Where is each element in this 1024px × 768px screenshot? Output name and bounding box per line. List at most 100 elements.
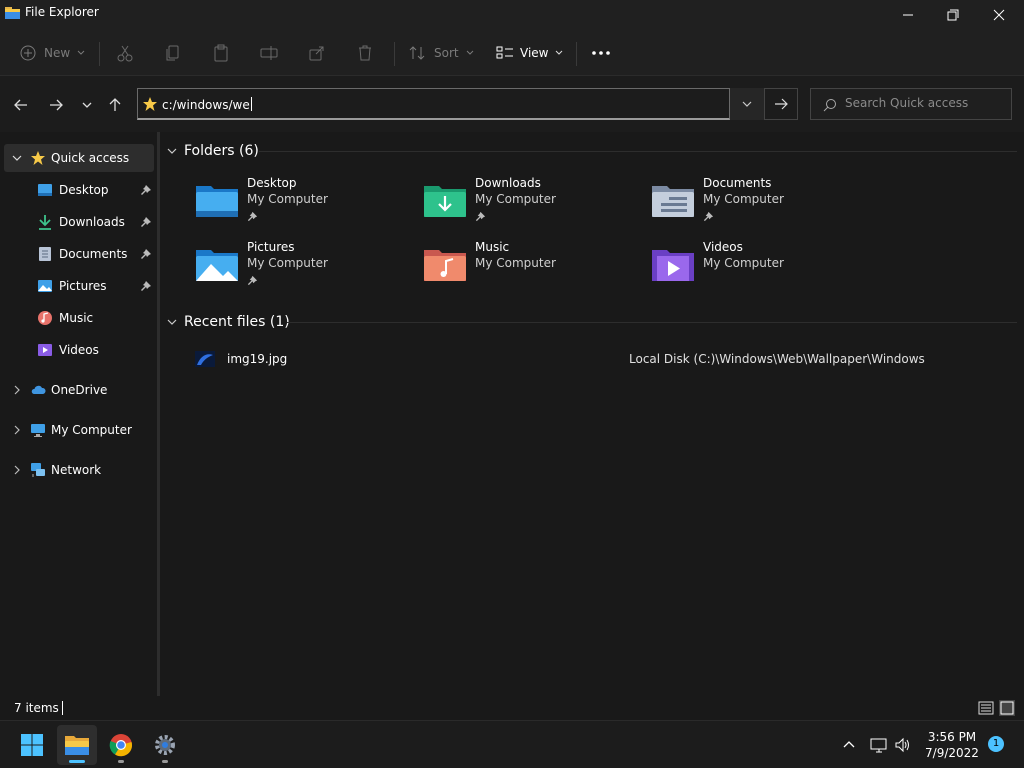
recent-file-row[interactable]: img19.jpg Local Disk (C:)\Windows\Web\Wa… bbox=[163, 344, 1024, 374]
copy-icon bbox=[166, 45, 179, 61]
clipboard-icon bbox=[214, 44, 228, 62]
sidebar-item-music[interactable]: Music bbox=[4, 304, 154, 332]
document-icon bbox=[39, 247, 51, 261]
pin-icon bbox=[247, 275, 258, 286]
rename-button[interactable] bbox=[260, 38, 278, 68]
up-button[interactable] bbox=[104, 94, 126, 116]
paste-button[interactable] bbox=[212, 38, 230, 68]
sidebar-item-label: Videos bbox=[59, 343, 99, 357]
more-options-button[interactable] bbox=[592, 38, 610, 68]
sidebar-item-desktop[interactable]: Desktop bbox=[4, 176, 154, 204]
pin-icon bbox=[141, 249, 151, 259]
address-input[interactable]: c:/windows/we bbox=[162, 97, 252, 112]
tiles-view-button[interactable] bbox=[999, 700, 1015, 716]
taskbar-settings[interactable] bbox=[145, 725, 185, 765]
search-box[interactable] bbox=[810, 88, 1012, 120]
chevron-down-icon bbox=[466, 50, 473, 55]
start-button[interactable] bbox=[12, 725, 52, 765]
pin-icon bbox=[141, 217, 151, 227]
chevron-down-icon bbox=[77, 50, 85, 55]
videos-folder-icon bbox=[652, 250, 694, 281]
star-icon bbox=[31, 151, 45, 165]
sidebar-item-label: Pictures bbox=[59, 279, 107, 293]
network-icon bbox=[31, 463, 45, 477]
sidebar-item-network[interactable]: Network bbox=[4, 456, 154, 484]
pin-icon bbox=[475, 211, 486, 222]
folder-name: Desktop bbox=[247, 176, 297, 190]
folder-name: Videos bbox=[703, 240, 743, 254]
toolbar-divider bbox=[576, 42, 577, 66]
clock-date: 7/9/2022 bbox=[925, 746, 979, 760]
picture-icon bbox=[38, 280, 52, 292]
folder-tile-desktop[interactable]: Desktop My Computer bbox=[163, 176, 383, 232]
maximize-button[interactable] bbox=[930, 0, 976, 30]
sidebar-item-downloads[interactable]: Downloads bbox=[4, 208, 154, 236]
chrome-icon bbox=[109, 734, 133, 757]
folder-name: Documents bbox=[703, 176, 772, 190]
folder-tile-downloads[interactable]: Downloads My Computer bbox=[391, 176, 611, 232]
forward-button[interactable] bbox=[45, 94, 67, 116]
folder-tile-videos[interactable]: Videos My Computer bbox=[619, 240, 839, 296]
chevron-right-icon bbox=[14, 425, 20, 435]
sidebar-item-label: Downloads bbox=[59, 215, 125, 229]
folder-tile-documents[interactable]: Documents My Computer bbox=[619, 176, 839, 232]
new-button[interactable]: New bbox=[20, 38, 86, 68]
folder-tile-pictures[interactable]: Pictures My Computer bbox=[163, 240, 383, 296]
cut-button[interactable] bbox=[116, 38, 134, 68]
network-status-button[interactable] bbox=[870, 736, 888, 754]
sidebar-item-documents[interactable]: Documents bbox=[4, 240, 154, 268]
folder-location: My Computer bbox=[703, 192, 784, 206]
title-bar: File Explorer bbox=[0, 0, 1024, 30]
chevron-down-icon bbox=[742, 101, 752, 107]
clock-time: 3:56 PM bbox=[927, 730, 977, 744]
content-pane: Folders (6) Desktop My Computer Download… bbox=[163, 132, 1024, 696]
recent-file-path: Local Disk (C:)\Windows\Web\Wallpaper\Wi… bbox=[629, 352, 925, 366]
address-dropdown-button[interactable] bbox=[730, 88, 764, 120]
show-hidden-icons-button[interactable] bbox=[842, 737, 858, 753]
address-bar[interactable]: c:/windows/we bbox=[137, 88, 730, 120]
copy-button[interactable] bbox=[164, 38, 182, 68]
folder-location: My Computer bbox=[475, 256, 556, 270]
delete-button[interactable] bbox=[356, 38, 374, 68]
taskbar-chrome[interactable] bbox=[101, 725, 141, 765]
folders-section-header[interactable]: Folders (6) bbox=[163, 139, 259, 163]
go-button[interactable] bbox=[764, 88, 798, 120]
music-icon bbox=[38, 311, 52, 325]
speaker-icon bbox=[895, 737, 909, 753]
view-button[interactable]: View bbox=[496, 38, 564, 68]
volume-button[interactable] bbox=[894, 736, 912, 754]
sidebar-item-my-computer[interactable]: My Computer bbox=[4, 416, 154, 444]
notification-badge[interactable]: 1 bbox=[988, 736, 1004, 752]
search-input[interactable] bbox=[845, 96, 1005, 110]
more-icon bbox=[592, 51, 610, 55]
tiles-view-icon bbox=[1000, 701, 1014, 715]
sidebar-item-videos[interactable]: Videos bbox=[4, 336, 154, 364]
sidebar-item-onedrive[interactable]: OneDrive bbox=[4, 376, 154, 404]
recent-files-section-header[interactable]: Recent files (1) bbox=[163, 310, 290, 334]
pin-icon bbox=[141, 185, 151, 195]
desktop-folder-icon bbox=[38, 184, 52, 196]
view-list-icon bbox=[496, 46, 513, 59]
documents-folder-icon bbox=[652, 186, 694, 217]
sort-label: Sort bbox=[434, 46, 459, 60]
section-divider bbox=[287, 322, 1017, 323]
taskbar-file-explorer[interactable] bbox=[57, 725, 97, 765]
recent-file-name: img19.jpg bbox=[227, 352, 288, 366]
details-view-button[interactable] bbox=[978, 700, 994, 716]
back-button[interactable] bbox=[10, 94, 32, 116]
pin-icon bbox=[247, 211, 258, 222]
command-bar: New Sort View bbox=[0, 30, 1024, 76]
minimize-button[interactable] bbox=[885, 0, 931, 30]
folder-location: My Computer bbox=[703, 256, 784, 270]
sidebar-item-pictures[interactable]: Pictures bbox=[4, 272, 154, 300]
clock[interactable]: 3:56 PM 7/9/2022 bbox=[920, 729, 984, 761]
running-indicator bbox=[118, 760, 124, 763]
close-button[interactable] bbox=[976, 0, 1022, 30]
taskbar: 3:56 PM 7/9/2022 1 bbox=[0, 720, 1024, 768]
recent-locations-button[interactable] bbox=[76, 94, 98, 116]
sidebar-item-quick-access[interactable]: Quick access bbox=[4, 144, 154, 172]
chevron-down-icon bbox=[556, 50, 563, 55]
folder-tile-music[interactable]: Music My Computer bbox=[391, 240, 611, 296]
sort-button[interactable]: Sort bbox=[408, 38, 475, 68]
share-button[interactable] bbox=[308, 38, 326, 68]
